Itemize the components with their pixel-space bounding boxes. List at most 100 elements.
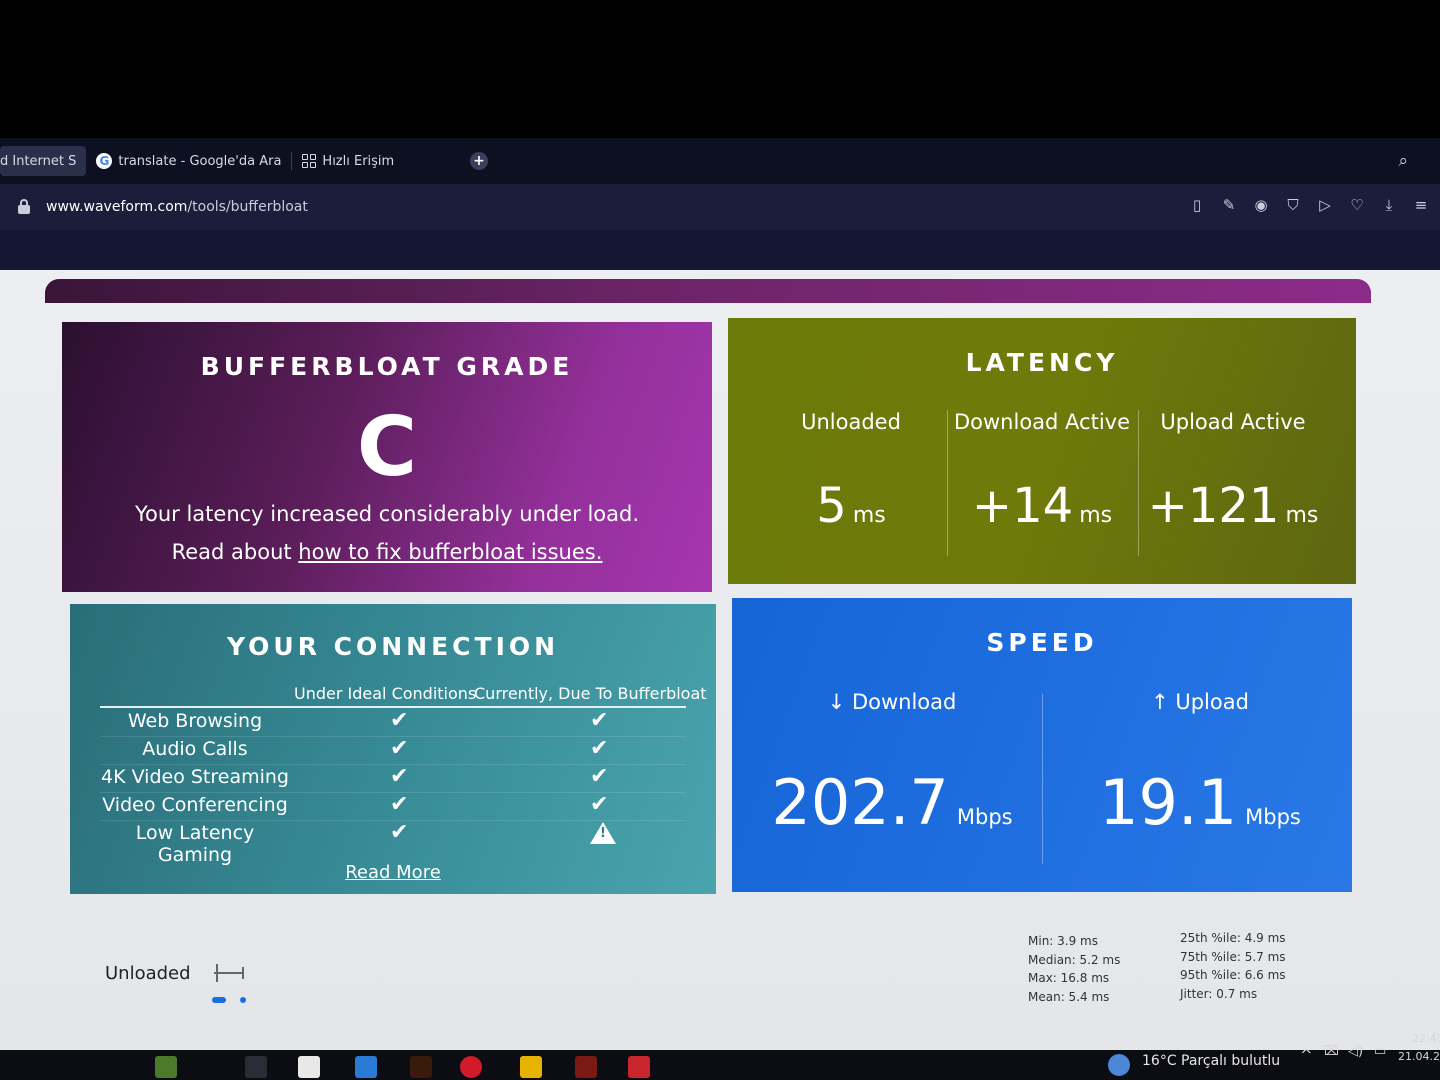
shield-icon[interactable]: ⛉ [1284,196,1302,214]
lock-icon[interactable] [18,199,30,214]
latency-value: 5 ms [756,478,946,534]
grade-fix-text: Read about how to fix bufferbloat issues… [62,540,712,564]
upload-speed: ↑ Upload 19.1 Mbps [1050,690,1350,839]
checkmark-icon: ✔ [390,792,409,817]
latency-number: +121 [1147,478,1280,534]
upload-unit: Mbps [1245,805,1301,829]
pager-dot-active[interactable] [212,997,226,1003]
heart-icon[interactable]: ♡ [1348,196,1366,214]
checkmark-icon: ✔ [390,820,409,845]
pager-dot[interactable] [240,997,246,1003]
weather-icon[interactable] [1108,1054,1130,1076]
tab-quick-access[interactable]: Hızlı Erişim [292,146,404,176]
latency-label: Unloaded [801,410,901,434]
address-bar: www.waveform.com/tools/bufferbloat ▯ ✎ ◉… [0,184,1440,230]
reader-view-icon[interactable]: ▯ [1188,196,1206,214]
latency-unit: ms [1285,503,1319,528]
row-label: Web Browsing [127,710,263,732]
connection-title: YOUR CONNECTION [226,632,560,661]
checkmark-icon: ✔ [390,736,409,761]
stat-min: Min: 3.9 ms [1028,934,1098,948]
clock-time[interactable]: 22:43 [1412,1032,1440,1045]
table-row: 4K Video Streaming ✔ ✔ [100,764,686,793]
speed-divider [1042,694,1043,864]
google-icon: G [96,153,113,169]
download-icon[interactable]: ⤓ [1380,196,1398,214]
download-value: 202.7 [771,766,949,839]
tab-translate[interactable]: G translate - Google'da Ara [86,146,291,176]
network-icon[interactable]: ⌧ [1324,1044,1339,1059]
stat-mean: Mean: 5.4 ms [1028,989,1110,1004]
plant-app-icon[interactable] [155,1056,177,1078]
grade-title: BUFFERBLOAT GRADE [200,352,574,381]
bufferbloat-grade-card: BUFFERBLOAT GRADE C Your latency increas… [62,322,712,592]
latency-unit: ms [852,503,886,528]
clock-date[interactable]: 21.04.20 [1398,1050,1440,1063]
checkmark-icon: ✔ [590,792,609,817]
toolbar-icons: ▯ ✎ ◉ ⛉ ▷ ♡ ⤓ ≡ [1188,196,1430,214]
send-icon[interactable]: ▷ [1316,196,1334,214]
speed-card: SPEED ↓ Download 202.7 Mbps ↑ Upload 19.1… [732,598,1352,892]
row-label: Video Conferencing [102,794,288,816]
latency-title: LATENCY [965,348,1119,377]
search-icon[interactable]: ⌕ [1398,151,1408,171]
download-label: ↓ Download [827,690,957,714]
checkmark-icon: ✔ [590,736,609,761]
upload-value-wrap: 19.1 Mbps [1050,766,1350,839]
latency-card: LATENCY Unloaded 5 ms Download Active +14… [728,318,1356,584]
table-row: Video Conferencing ✔ ✔ [100,792,686,821]
task-view-icon[interactable] [245,1056,267,1078]
tab-bar: d Internet S G translate - Google'da Ara… [0,138,1440,184]
latency-value: +14 ms [947,478,1137,534]
latency-upload-active: Upload Active +121 ms [1138,410,1328,534]
volume-icon[interactable]: ◁) [1348,1044,1363,1059]
checkmark-icon: ✔ [590,708,609,733]
latency-unloaded: Unloaded 5 ms [756,410,946,534]
latency-value: +121 ms [1138,478,1328,534]
speed-title: SPEED [986,628,1098,657]
notification-icon[interactable]: ▭ [1374,1044,1386,1059]
new-tab-button[interactable]: + [470,152,488,170]
unloaded-section-label: Unloaded [105,963,191,984]
weather-text[interactable]: 16°C Parçalı bulutlu [1142,1053,1280,1069]
fix-bufferbloat-link[interactable]: how to fix bufferbloat issues. [298,540,602,564]
read-more-wrap: Read More [70,862,716,883]
row-label: Audio Calls [142,738,248,760]
download-speed: ↓ Download 202.7 Mbps [742,690,1042,839]
upload-label: ↑ Upload [1151,690,1249,714]
grid-icon [302,154,317,168]
connection-card: YOUR CONNECTION Under Ideal Conditions C… [70,604,716,894]
store-icon[interactable] [298,1056,320,1078]
checkmark-icon: ✔ [390,764,409,789]
read-more-link[interactable]: Read More [345,862,441,883]
mail-icon[interactable] [355,1056,377,1078]
chevron-up-icon[interactable]: ^ [1300,1046,1313,1064]
tab-waveform[interactable]: d Internet S [0,146,87,176]
latency-number: 5 [816,478,847,534]
latency-number: +14 [971,478,1074,534]
bookmark-strip [0,230,1440,270]
folder-icon[interactable] [520,1056,542,1078]
row-label: Low Latency Gaming [135,822,255,866]
grade-message: Your latency increased considerably unde… [134,502,640,526]
illustrator-icon[interactable] [410,1056,432,1078]
row-label: 4K Video Streaming [101,766,289,788]
menu-icon[interactable]: ≡ [1412,196,1430,214]
stat-p95: 95th %ile: 6.6 ms [1180,968,1286,982]
stat-p25: 25th %ile: 4.9 ms [1180,931,1286,945]
checkmark-icon: ✔ [390,708,409,733]
opera-icon[interactable] [460,1056,482,1078]
page-content: BUFFERBLOAT GRADE C Your latency increas… [0,270,1440,1050]
app-icon[interactable] [575,1056,597,1078]
url-field[interactable]: www.waveform.com/tools/bufferbloat [46,199,308,215]
stat-p75: 75th %ile: 5.7 ms [1180,949,1286,964]
stat-jitter: Jitter: 0.7 ms [1180,986,1258,1001]
edit-icon[interactable]: ✎ [1220,196,1238,214]
taskbar: 16°C Parçalı bulutlu ^ ⌧ ◁) ▭ 22:43 21.0… [0,1032,1440,1080]
table-row: Audio Calls ✔ ✔ [100,736,686,765]
latency-unit: ms [1079,503,1113,528]
tab-label: Hızlı Erişim [322,153,395,169]
latency-label: Download Active [953,410,1131,434]
camera-icon[interactable]: ◉ [1252,196,1270,214]
vivaldi-icon[interactable] [628,1056,650,1078]
